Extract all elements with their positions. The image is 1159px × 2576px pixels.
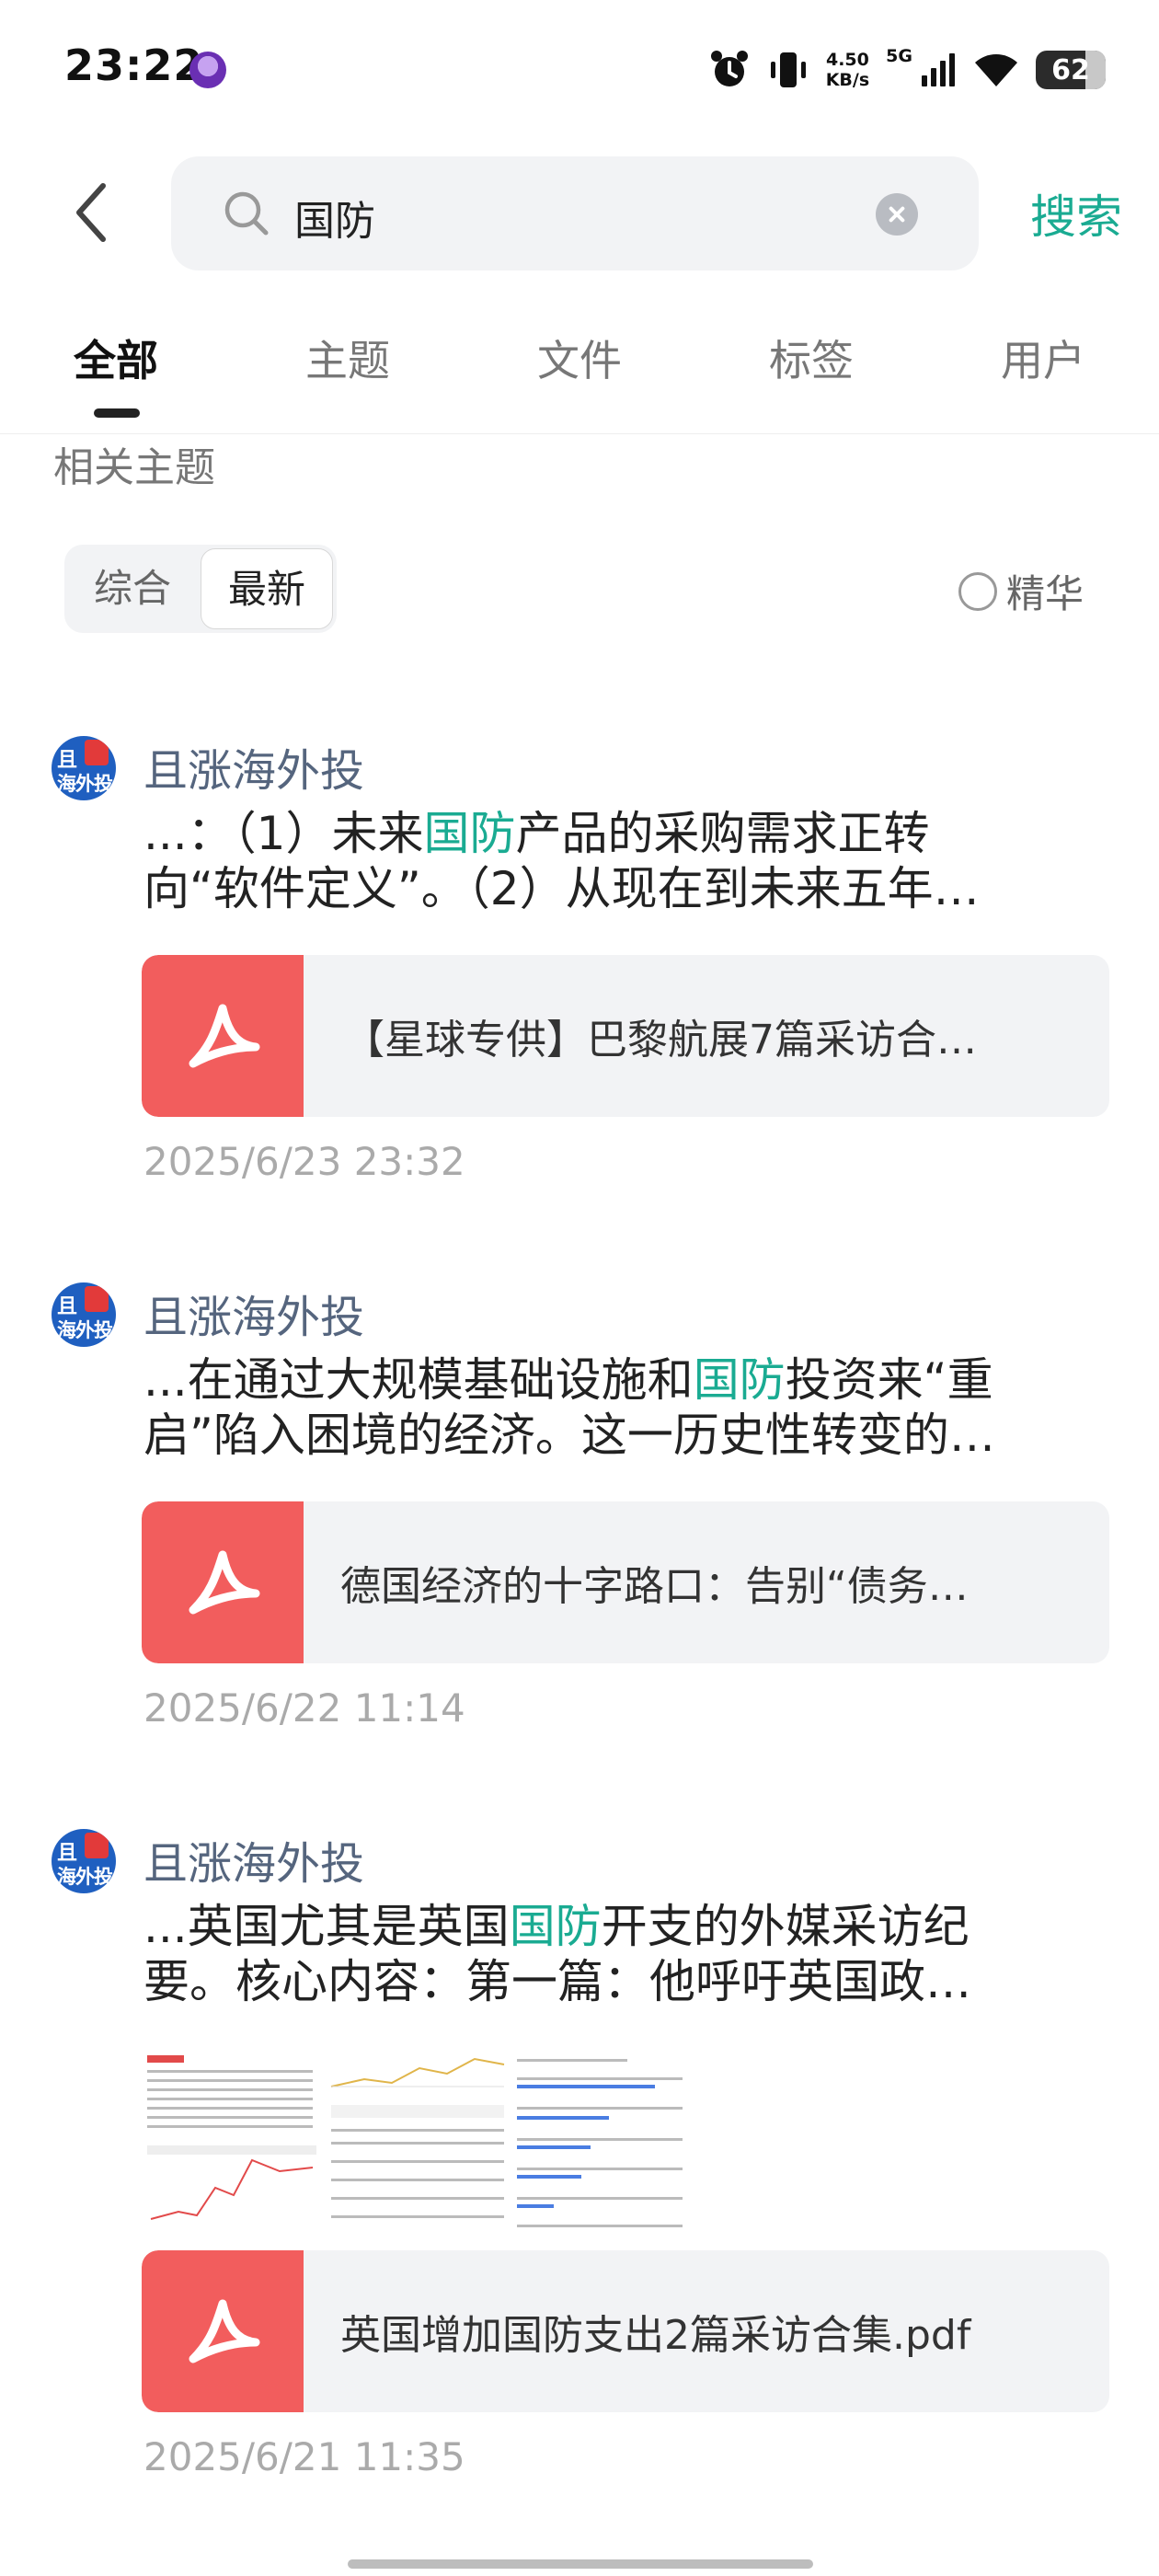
vibrate-icon (770, 52, 806, 87)
search-icon (224, 191, 269, 236)
essence-filter[interactable]: 精华 (958, 563, 1084, 619)
sort-option-latest[interactable]: 最新 (201, 548, 333, 629)
tab-tags[interactable]: 标签 (769, 328, 854, 388)
image-thumbnails (142, 2050, 694, 2234)
file-attachment[interactable]: 【星球专供】巴黎航展7篇采访合… (142, 955, 1109, 1117)
post-author[interactable]: 且涨海外投 (143, 1827, 364, 1892)
pdf-icon (142, 2250, 304, 2412)
battery-icon: 62 (1036, 51, 1106, 89)
tab-topics[interactable]: 主题 (305, 328, 390, 388)
post-excerpt[interactable]: ...在通过大规模基础设施和国防投资来“重 启”陷入困境的经济。这一历史性转变的… (143, 1352, 1109, 1463)
app-badge-icon (189, 52, 226, 88)
section-title: 相关主题 (53, 444, 215, 491)
sort-segmented-control: 综合 最新 (64, 545, 337, 633)
tab-all[interactable]: 全部 (74, 328, 158, 388)
clear-icon[interactable] (876, 193, 918, 236)
post-date: 2025/6/21 11:35 (143, 2434, 465, 2479)
image-thumbnail[interactable] (513, 2050, 694, 2234)
file-attachment[interactable]: 德国经济的十字路口：告别“债务… (142, 1501, 1109, 1663)
post-date: 2025/6/22 11:14 (143, 1685, 465, 1731)
status-bar: 23:22 4.50 KB/s 5G 62 (0, 0, 1159, 138)
search-input[interactable]: 国防 (171, 156, 979, 270)
search-query[interactable]: 国防 (294, 188, 375, 247)
image-thumbnail[interactable] (142, 2050, 322, 2234)
keyword-highlight: 国防 (509, 1900, 602, 1953)
file-attachment[interactable]: 英国增加国防支出2篇采访合集.pdf (142, 2250, 1109, 2412)
file-name: 德国经济的十字路口：告别“债务… (340, 1563, 969, 1610)
wifi-icon (975, 54, 1017, 86)
post-date: 2025/6/23 23:32 (143, 1139, 465, 1184)
tab-users[interactable]: 用户 (1001, 328, 1085, 388)
post-author[interactable]: 且涨海外投 (143, 734, 364, 799)
keyword-highlight: 国防 (693, 1353, 786, 1407)
net-speed: 4.50 KB/s (826, 50, 869, 90)
tab-bar: 全部 主题 文件 标签 用户 (0, 328, 1159, 434)
pdf-icon (142, 1501, 304, 1663)
post-excerpt[interactable]: ...：（1）未来国防产品的采购需求正转 向“软件定义”。（2）从现在到未来五年… (143, 806, 1109, 916)
file-name: 【星球专供】巴黎航展7篇采访合… (344, 1017, 977, 1064)
network-type: 5G (886, 46, 912, 66)
chevron-left-icon (76, 183, 106, 242)
net-speed-value: 4.50 (825, 50, 869, 70)
net-speed-unit: KB/s (825, 70, 870, 90)
back-button[interactable] (66, 180, 118, 245)
keyword-highlight: 国防 (423, 807, 516, 860)
post-author[interactable]: 且涨海外投 (143, 1281, 364, 1345)
signal-icon (922, 53, 955, 86)
image-thumbnail[interactable] (327, 2050, 508, 2234)
essence-label: 精华 (1006, 571, 1084, 616)
search-button[interactable]: 搜索 (1030, 180, 1122, 247)
avatar[interactable]: 且海外投 (52, 1282, 116, 1347)
active-tab-indicator (94, 408, 140, 418)
status-time: 23:22 (64, 40, 204, 90)
pdf-icon (142, 955, 304, 1117)
battery-level: 62 (1051, 54, 1090, 86)
alarm-icon (710, 51, 748, 86)
file-name: 英国增加国防支出2篇采访合集.pdf (340, 2312, 971, 2359)
avatar[interactable]: 且海外投 (52, 736, 116, 800)
status-icons: 4.50 KB/s 5G 62 (708, 44, 1106, 96)
sort-option-comprehensive[interactable]: 综合 (64, 545, 201, 633)
essence-radio[interactable] (958, 571, 997, 611)
tab-files[interactable]: 文件 (537, 328, 622, 388)
home-indicator[interactable] (348, 2559, 813, 2569)
post-excerpt[interactable]: ...英国尤其是英国国防开支的外媒采访纪 要。核心内容：第一篇：他呼吁英国政… (143, 1899, 1109, 2009)
avatar[interactable]: 且海外投 (52, 1829, 116, 1893)
